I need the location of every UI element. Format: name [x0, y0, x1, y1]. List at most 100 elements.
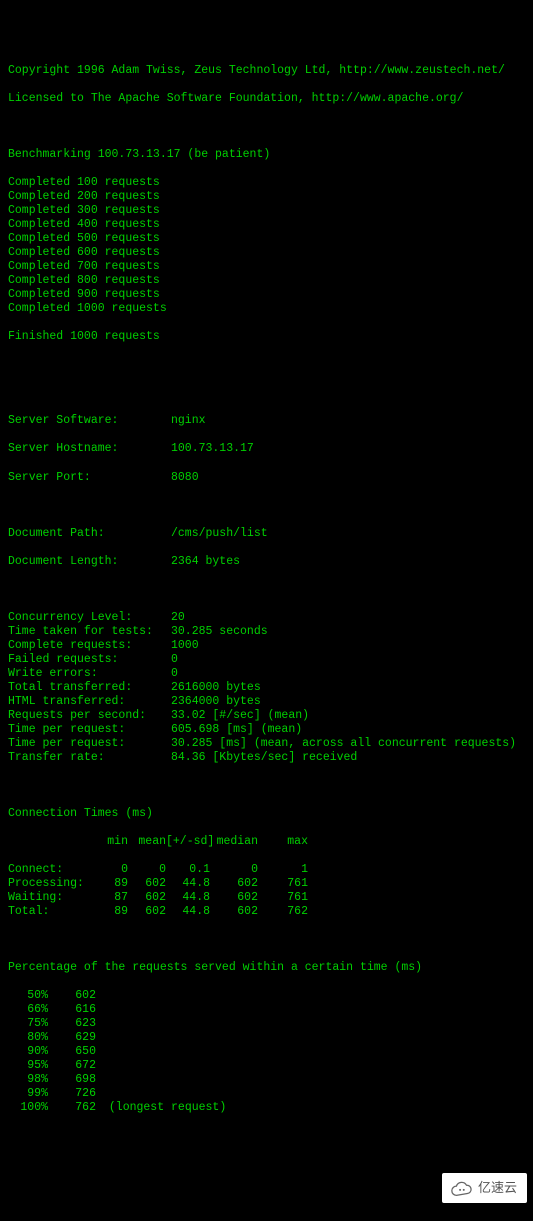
stat-row: Time per request:30.285 [ms] (mean, acro…	[8, 737, 528, 751]
value: 20	[171, 611, 185, 624]
connection-times-row: Connect:000.101	[8, 863, 528, 877]
percentile: 100%	[8, 1101, 48, 1115]
stat-row: Time taken for tests:30.285 seconds	[8, 625, 528, 639]
cell-sd: 44.8	[166, 905, 210, 919]
percentile-row: 100%762 (longest request)	[8, 1101, 528, 1115]
cell-mean: 0	[128, 863, 166, 877]
completed-line: Completed 100 requests	[8, 176, 528, 190]
server-hostname: Server Hostname:100.73.13.17	[8, 442, 528, 456]
cell-max: 761	[258, 877, 308, 891]
cell-sd: 44.8	[166, 891, 210, 905]
value: 100.73.13.17	[171, 442, 254, 455]
stat-row: Total transferred:2616000 bytes	[8, 681, 528, 695]
completed-line: Completed 1000 requests	[8, 302, 528, 316]
label: Write errors:	[8, 667, 171, 681]
percentile-title: Percentage of the requests served within…	[8, 961, 528, 975]
label: Concurrency Level:	[8, 611, 171, 625]
percentile-value: 602	[48, 989, 96, 1003]
label: Failed requests:	[8, 653, 171, 667]
value: 1000	[171, 639, 199, 652]
completed-line: Completed 800 requests	[8, 274, 528, 288]
server-software: Server Software:nginx	[8, 414, 528, 428]
percentile: 90%	[8, 1045, 48, 1059]
value: /cms/push/list	[171, 527, 268, 540]
blank-line	[8, 358, 528, 372]
cell-sd: 44.8	[166, 877, 210, 891]
completed-line: Completed 900 requests	[8, 288, 528, 302]
cell-mean: 602	[128, 877, 166, 891]
license-line: Licensed to The Apache Software Foundati…	[8, 92, 528, 106]
cell-median: 0	[210, 863, 258, 877]
connection-times-row: Total:8960244.8602762	[8, 905, 528, 919]
label: Requests per second:	[8, 709, 171, 723]
percentile: 50%	[8, 989, 48, 1003]
cell-mean: 602	[128, 905, 166, 919]
benchmarking-line: Benchmarking 100.73.13.17 (be patient)	[8, 148, 528, 162]
value: 0	[171, 667, 178, 680]
connection-times-title: Connection Times (ms)	[8, 807, 528, 821]
label: Time taken for tests:	[8, 625, 171, 639]
stat-row: HTML transferred:2364000 bytes	[8, 695, 528, 709]
connection-times-row: Processing:8960244.8602761	[8, 877, 528, 891]
blank-line	[8, 583, 528, 597]
blank-line	[8, 779, 528, 793]
completed-line: Completed 500 requests	[8, 232, 528, 246]
percentile-row: 95%672	[8, 1059, 528, 1073]
value: 84.36 [Kbytes/sec] received	[171, 751, 357, 764]
completed-line: Completed 400 requests	[8, 218, 528, 232]
hdr-min: min	[96, 835, 128, 849]
row-name: Total:	[8, 905, 96, 919]
stat-row: Time per request:605.698 [ms] (mean)	[8, 723, 528, 737]
copyright-line: Copyright 1996 Adam Twiss, Zeus Technolo…	[8, 64, 528, 78]
percentile: 75%	[8, 1017, 48, 1031]
blank-line	[8, 499, 528, 513]
cell-median: 602	[210, 877, 258, 891]
cell-mean: 602	[128, 891, 166, 905]
document-length: Document Length:2364 bytes	[8, 555, 528, 569]
cloud-icon	[450, 1179, 472, 1197]
percentile-value: 650	[48, 1045, 96, 1059]
label: HTML transferred:	[8, 695, 171, 709]
percentile-value: 762	[48, 1101, 96, 1115]
value: 2364 bytes	[171, 555, 240, 568]
row-name: Connect:	[8, 863, 96, 877]
cell-median: 602	[210, 905, 258, 919]
completed-line: Completed 600 requests	[8, 246, 528, 260]
percentile-value: 629	[48, 1031, 96, 1045]
percentile: 80%	[8, 1031, 48, 1045]
value: 30.285 [ms] (mean, across all concurrent…	[171, 737, 516, 750]
percentile: 66%	[8, 1003, 48, 1017]
label: Document Path:	[8, 527, 171, 541]
hdr-median: median	[210, 835, 258, 849]
row-name: Waiting:	[8, 891, 96, 905]
blank-line	[8, 120, 528, 134]
percentile-row: 90%650	[8, 1045, 528, 1059]
percentile-value: 623	[48, 1017, 96, 1031]
percentile-row: 50%602	[8, 989, 528, 1003]
percentile-row: 80%629	[8, 1031, 528, 1045]
percentile-row: 75%623	[8, 1017, 528, 1031]
cell-min: 0	[96, 863, 128, 877]
completed-line: Completed 700 requests	[8, 260, 528, 274]
completed-line: Completed 300 requests	[8, 204, 528, 218]
stat-row: Concurrency Level:20	[8, 611, 528, 625]
value: 30.285 seconds	[171, 625, 268, 638]
stat-row: Requests per second:33.02 [#/sec] (mean)	[8, 709, 528, 723]
label: Total transferred:	[8, 681, 171, 695]
blank-line	[8, 386, 528, 400]
stat-row: Failed requests:0	[8, 653, 528, 667]
cell-min: 89	[96, 877, 128, 891]
label: Transfer rate:	[8, 751, 171, 765]
cell-max: 761	[258, 891, 308, 905]
connection-times-header: minmean[+/-sd]medianmax	[8, 835, 528, 849]
label: Server Software:	[8, 414, 171, 428]
label: Time per request:	[8, 737, 171, 751]
percentile: 98%	[8, 1073, 48, 1087]
value: 33.02 [#/sec] (mean)	[171, 709, 309, 722]
value: 2616000 bytes	[171, 681, 261, 694]
hdr-max: max	[258, 835, 308, 849]
stat-row: Complete requests:1000	[8, 639, 528, 653]
document-path: Document Path:/cms/push/list	[8, 527, 528, 541]
cell-median: 602	[210, 891, 258, 905]
percentile: 99%	[8, 1087, 48, 1101]
